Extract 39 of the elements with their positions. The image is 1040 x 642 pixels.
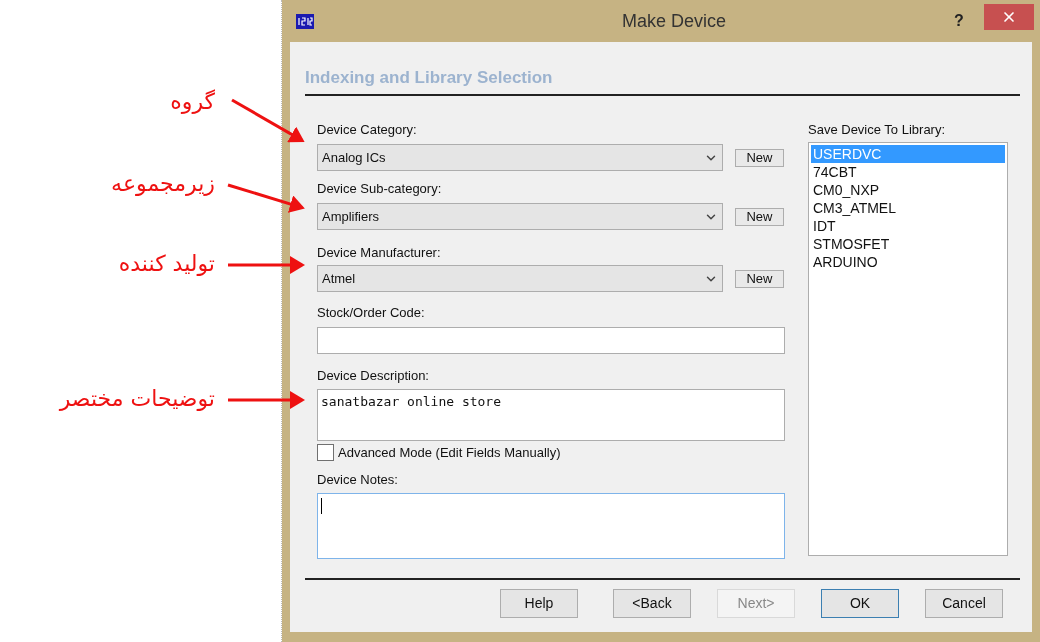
new-button[interactable]: New — [735, 269, 784, 288]
new-button[interactable]: New — [735, 207, 784, 226]
library-item[interactable]: STMOSFET — [811, 235, 1005, 253]
library-item[interactable]: CM3_ATMEL — [811, 199, 1005, 217]
text-area[interactable]: sanatbazar online store — [317, 389, 785, 441]
input-field[interactable] — [317, 327, 785, 354]
annotation-label: گروه — [170, 88, 215, 116]
field-label: Device Description: — [317, 368, 430, 384]
close-button[interactable] — [984, 4, 1034, 30]
dialog-button[interactable]: Help — [500, 589, 578, 618]
checkbox[interactable] — [317, 444, 334, 461]
field-label: Device Sub-category: — [317, 181, 443, 197]
help-button[interactable]: ? — [944, 9, 974, 33]
new-button[interactable]: New — [735, 148, 784, 167]
field-label: Device Notes: — [317, 472, 399, 488]
annotation-label: زیرمجموعه — [111, 170, 215, 198]
dropdown[interactable]: Amplifiers — [317, 203, 723, 230]
library-label: Save Device To Library: — [808, 122, 947, 138]
app-logo-icon — [296, 13, 314, 29]
annotation-label: تولید کننده — [118, 250, 215, 278]
close-icon — [1001, 9, 1017, 25]
dialog-button[interactable]: Cancel — [925, 589, 1003, 618]
field-label: Device Manufacturer: — [317, 245, 442, 261]
field-label: Stock/Order Code: — [317, 305, 426, 321]
field-label: Device Category: — [317, 122, 418, 138]
library-item[interactable]: IDT — [811, 217, 1005, 235]
text-area[interactable] — [317, 493, 785, 559]
library-item[interactable]: CM0_NXP — [811, 181, 1005, 199]
window-title: Make Device — [620, 9, 727, 33]
library-list[interactable]: USERDVC 74CBT CM0_NXP CM3_ATMEL IDT STMOSFET ARDUINO — [808, 142, 1008, 556]
dialog-button[interactable]: OK — [821, 589, 899, 618]
library-item[interactable]: ARDUINO — [811, 253, 1005, 271]
annotation-label: توضیحات مختصر — [59, 385, 215, 413]
dialog-button[interactable]: <Back — [613, 589, 691, 618]
dropdown[interactable]: Analog ICs — [317, 144, 723, 171]
library-item[interactable]: 74CBT — [811, 163, 1005, 181]
dropdown[interactable]: Atmel — [317, 265, 723, 292]
checkbox-label: Advanced Mode (Edit Fields Manually) — [338, 443, 561, 462]
section-title: Indexing and Library Selection — [305, 68, 554, 88]
